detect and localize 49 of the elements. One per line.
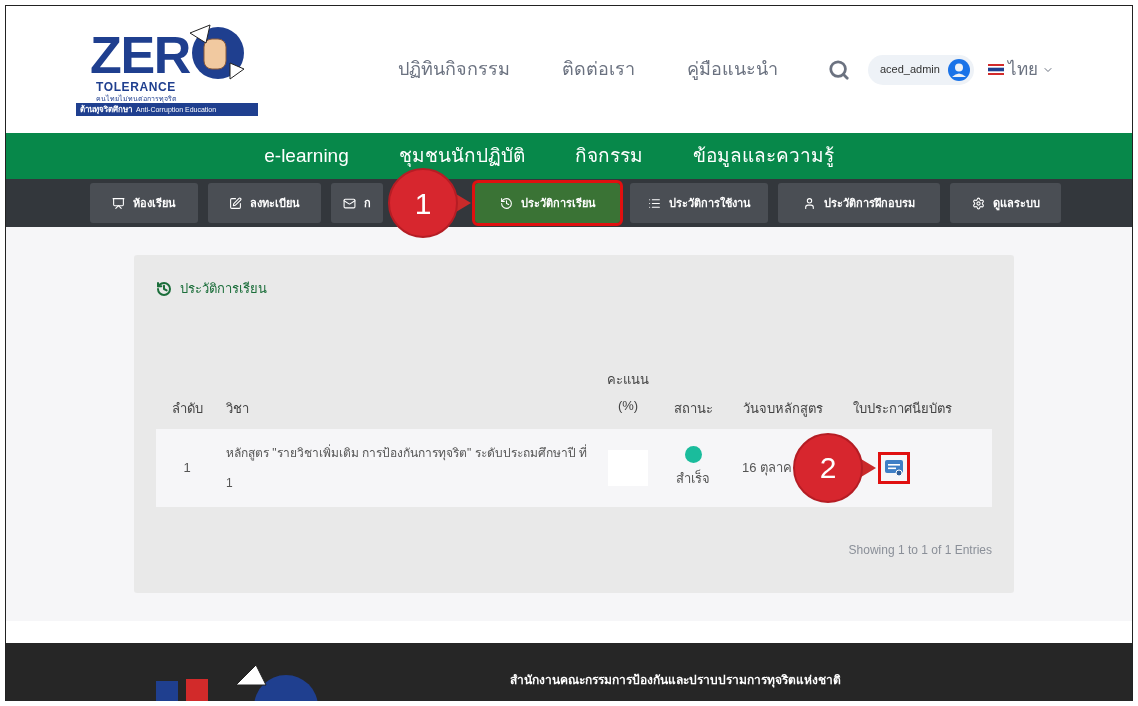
organization-name: สำนักงานคณะกรรมการป้องกันและปราบปรามการทุจริตแห่งชาติ [510,672,841,689]
username: aced_admin [880,62,940,78]
edit-icon [229,196,242,210]
logo-band-thai: ต้านทุจริตศึกษา [80,104,132,115]
tab[interactable]: ลงทะเบียน [208,183,321,223]
step-number: 1 [413,185,433,222]
panel-title: ประวัติการเรียน [180,280,267,298]
certificate-icon [884,458,905,477]
main-nav-link[interactable]: ชุมชนนักปฏิบัติ [390,141,533,171]
column-header: ลำดับ [170,400,204,418]
classroom-icon [112,196,125,210]
settings-icon [971,196,985,210]
logo-word: TOLERANCE [95,81,177,94]
column-header: วิชา [225,400,250,418]
history-icon [156,280,172,297]
column-header: วันจบหลักสูตร [742,400,824,419]
user-icon [803,196,816,210]
tab[interactable]: ประวัติการฝึกอบรม [778,183,940,223]
main-nav-link[interactable]: กิจกรรม [566,141,651,171]
top-nav-link[interactable]: คู่มือแนะนำ [687,56,778,83]
entries-info: Showing 1 to 1 of 1 Entries [848,541,992,559]
table-cell-text: 16 ตุลาค [742,458,793,478]
avatar-icon [947,58,970,81]
tab[interactable]: ประวัติการใช้งาน [630,183,768,223]
top-nav-link[interactable]: ติดต่อเรา [562,56,635,83]
step-number: 2 [818,450,838,486]
certificate-button[interactable] [878,451,911,484]
column-header: สถานะ [672,400,714,418]
status-text: สำเร็จ [676,469,710,489]
search-icon[interactable] [828,58,850,81]
mail-icon [343,196,356,210]
table-cell-text: 1 [182,458,192,477]
tab[interactable]: ห้องเรียน [90,183,198,223]
flag-icon [987,64,1004,75]
column-header: ใบประกาศนียบัตร [851,400,953,418]
main-nav-link[interactable]: ข้อมูลและความรู้ [684,141,842,171]
language-select[interactable]: ไทย [987,56,1054,83]
column-header: คะแนน (%) [606,370,650,415]
history-icon [499,196,513,210]
tab[interactable]: ก [331,183,383,223]
top-nav-link[interactable]: ปฏิทินกิจกรรม [398,56,510,83]
list-icon [647,196,661,210]
user-pill[interactable]: aced_admin [868,54,974,85]
table-cell-text: หลักสูตร "รายวิชาเพิ่มเติม การป้องกันการทุจริต" ระดับประถมศึกษาปี ที่ 1 [225,443,588,492]
tab[interactable]: ประวัติการเรียน [475,183,620,223]
tab[interactable]: ดูแลระบบ [950,183,1061,223]
language-label: ไทย [1007,58,1038,81]
main-nav-link[interactable]: e-learning [256,141,357,171]
logo-letters: ZER [89,29,191,81]
